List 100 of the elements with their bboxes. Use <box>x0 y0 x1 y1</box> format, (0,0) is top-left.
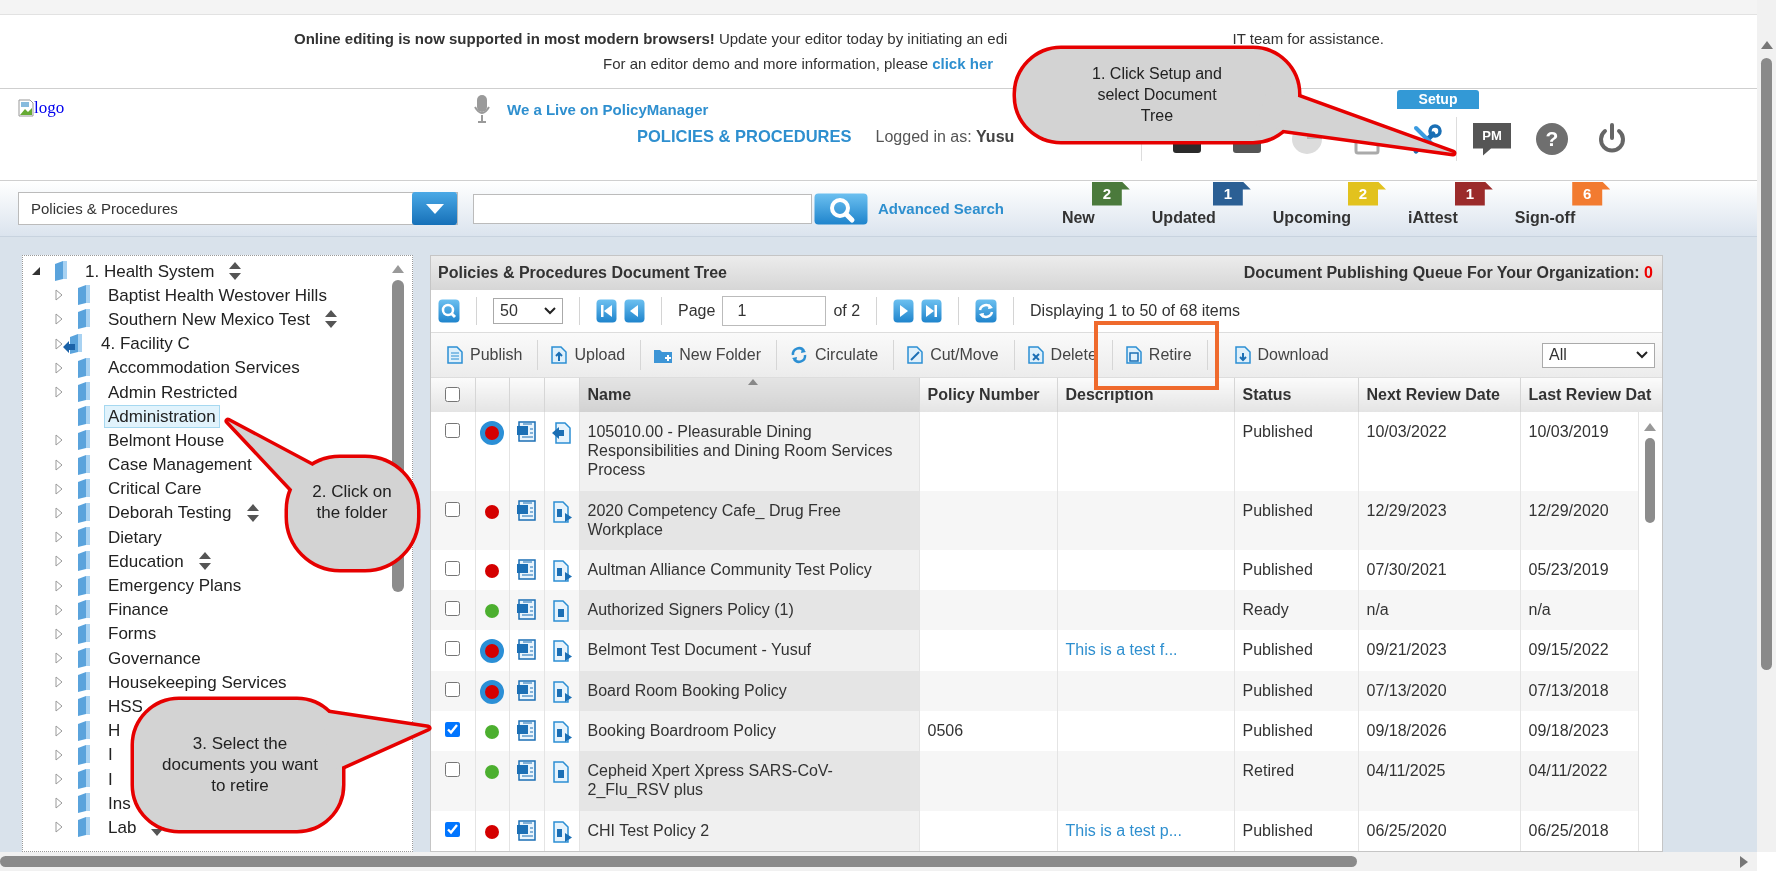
status-text: Ready <box>1242 601 1289 619</box>
tree-item[interactable]: Critical Care <box>104 477 206 501</box>
status-text: Published <box>1242 501 1313 519</box>
tree-item[interactable]: Baptist Health Westover Hills <box>104 283 331 307</box>
status-text: Retired <box>1242 762 1295 780</box>
download-button[interactable]: Download <box>1221 338 1344 372</box>
review-date: 04/11/2025 <box>1366 762 1446 780</box>
item-count-text: Displaying 1 to 50 of 68 items <box>1030 302 1240 320</box>
count-badge: 1 <box>1454 181 1493 206</box>
review-date: n/a <box>1366 601 1389 619</box>
review-date: 12/29/2020 <box>1528 501 1609 519</box>
tree-item[interactable]: 1. Health System <box>81 259 219 283</box>
review-date: 10/03/2019 <box>1528 423 1609 440</box>
count-badge: 2 <box>1091 181 1130 206</box>
cut-move-button[interactable]: Cut/Move <box>894 338 1014 372</box>
tree-item[interactable]: Governance <box>104 646 205 670</box>
column-header[interactable]: Description <box>1057 378 1234 412</box>
tree-item[interactable]: Housekeeping Services <box>104 670 291 694</box>
count-badge: 6 <box>1572 181 1611 206</box>
retire-button[interactable]: Retire <box>1112 338 1207 372</box>
circulate-button[interactable]: Circulate <box>777 338 894 372</box>
column-header[interactable]: Policy Number <box>919 378 1057 412</box>
tree-item[interactable]: Finance <box>104 598 173 622</box>
tree-item[interactable]: Deborah Testing <box>104 501 236 525</box>
tree-item[interactable]: Administration <box>104 404 220 428</box>
filter-select[interactable]: All <box>1542 342 1655 368</box>
pm-button[interactable]: PM <box>1473 122 1511 156</box>
help-button[interactable]: ? <box>1536 123 1568 155</box>
section-title[interactable]: POLICIES & PROCEDURES <box>637 127 852 146</box>
counter-tab[interactable]: Sign-off <box>1514 208 1576 226</box>
notice-text: IT team for assistance. <box>1232 29 1384 49</box>
tree-item[interactable]: Case Management <box>104 453 256 477</box>
callout-text: 1. Click Setup and select Document Tree <box>1091 64 1223 126</box>
queue-count: 0 <box>1644 264 1653 281</box>
column-header[interactable]: Last Review Dat <box>1520 378 1662 412</box>
status-text: Published <box>1242 821 1313 839</box>
count-badge: 2 <box>1348 181 1386 206</box>
tree-item[interactable]: HSS <box>104 694 147 718</box>
review-date: 12/29/2023 <box>1366 501 1447 519</box>
counter-tab[interactable]: New <box>1061 208 1095 226</box>
tree-item[interactable]: Lab <box>104 815 141 839</box>
page-count: of 2 <box>833 302 861 320</box>
logo-alt-text[interactable]: logo <box>34 98 65 118</box>
tree-item[interactable]: Belmont House <box>104 428 229 452</box>
setup-tooltip: Setup <box>1397 90 1479 109</box>
live-link[interactable]: We a Live on PolicyManager <box>507 100 709 118</box>
logged-in-text: Logged in as: Yusu <box>875 128 1015 146</box>
counter-tab[interactable]: Upcoming <box>1272 208 1351 226</box>
status-text: Published <box>1242 641 1313 659</box>
scope-dropdown[interactable]: Policies & Procedures <box>18 192 458 225</box>
review-date: 09/18/2023 <box>1528 722 1609 739</box>
tree-item[interactable]: I <box>104 743 117 767</box>
review-date: 07/30/2021 <box>1366 560 1447 578</box>
column-header[interactable]: Name <box>579 378 919 412</box>
notice-text: Update your editor today by initiating an edi <box>718 29 1008 49</box>
tree-item[interactable]: 4. Facility C <box>97 332 194 356</box>
tree-item[interactable]: H <box>104 719 125 743</box>
tree-item[interactable]: Emergency Plans <box>104 574 246 598</box>
review-date: 09/21/2023 <box>1366 641 1447 659</box>
tree-item[interactable]: Dietary <box>104 525 166 549</box>
review-date: 10/03/2022 <box>1366 423 1447 440</box>
column-header[interactable]: Status <box>1234 378 1358 412</box>
upload-button[interactable]: Upload <box>538 338 641 372</box>
demo-text: For an editor demo and more information, please <box>603 54 929 74</box>
review-date: 06/25/2020 <box>1366 821 1447 839</box>
policy-number: 0506 <box>927 722 964 739</box>
new-folder-button[interactable]: New Folder <box>641 338 776 372</box>
page-label: Page <box>678 302 716 320</box>
publish-button[interactable]: Publish <box>434 338 538 372</box>
counter-tab[interactable]: iAttest <box>1408 208 1458 226</box>
tree-item[interactable]: Accommodation Services <box>104 356 304 380</box>
review-date: 07/13/2018 <box>1528 681 1609 699</box>
review-date: 09/15/2022 <box>1528 641 1609 659</box>
status-text: Published <box>1242 681 1313 699</box>
review-date: 06/25/2018 <box>1528 821 1609 839</box>
callout-text: 3. Select the documents you want to retire <box>161 733 319 796</box>
status-text: Published <box>1242 560 1313 578</box>
tree-item[interactable]: Southern New Mexico Test <box>104 307 314 331</box>
counter-tab[interactable]: Updated <box>1151 208 1216 226</box>
review-date: 04/11/2022 <box>1528 762 1608 780</box>
review-date: 07/13/2020 <box>1366 681 1447 699</box>
tree-item[interactable]: Education <box>104 549 188 573</box>
status-text: Published <box>1242 423 1313 440</box>
review-date: n/a <box>1528 601 1551 619</box>
notice-heading: Online editing is now supported in most modern browsers! <box>294 29 715 49</box>
tree-item[interactable]: Forms <box>104 622 161 646</box>
tree-item[interactable]: I <box>104 767 117 791</box>
status-text: Published <box>1242 722 1313 739</box>
queue-label: Document Publishing Queue For Your Organization: <box>1243 264 1640 281</box>
page-size-select[interactable]: 50 <box>493 298 563 324</box>
description-link[interactable]: This is a test p... <box>1065 821 1182 839</box>
review-date: 05/23/2019 <box>1528 560 1609 578</box>
page-field[interactable]: 1 <box>722 296 827 326</box>
review-date: 09/18/2026 <box>1366 722 1447 739</box>
panel-title: Policies & Procedures Document Tree <box>438 264 727 282</box>
click-here-link[interactable]: click her <box>932 53 994 75</box>
tree-item[interactable]: Admin Restricted <box>104 380 242 404</box>
description-link[interactable]: This is a test f... <box>1065 641 1178 659</box>
count-badge: 1 <box>1212 181 1251 206</box>
column-header[interactable]: Next Review Date <box>1358 378 1520 412</box>
